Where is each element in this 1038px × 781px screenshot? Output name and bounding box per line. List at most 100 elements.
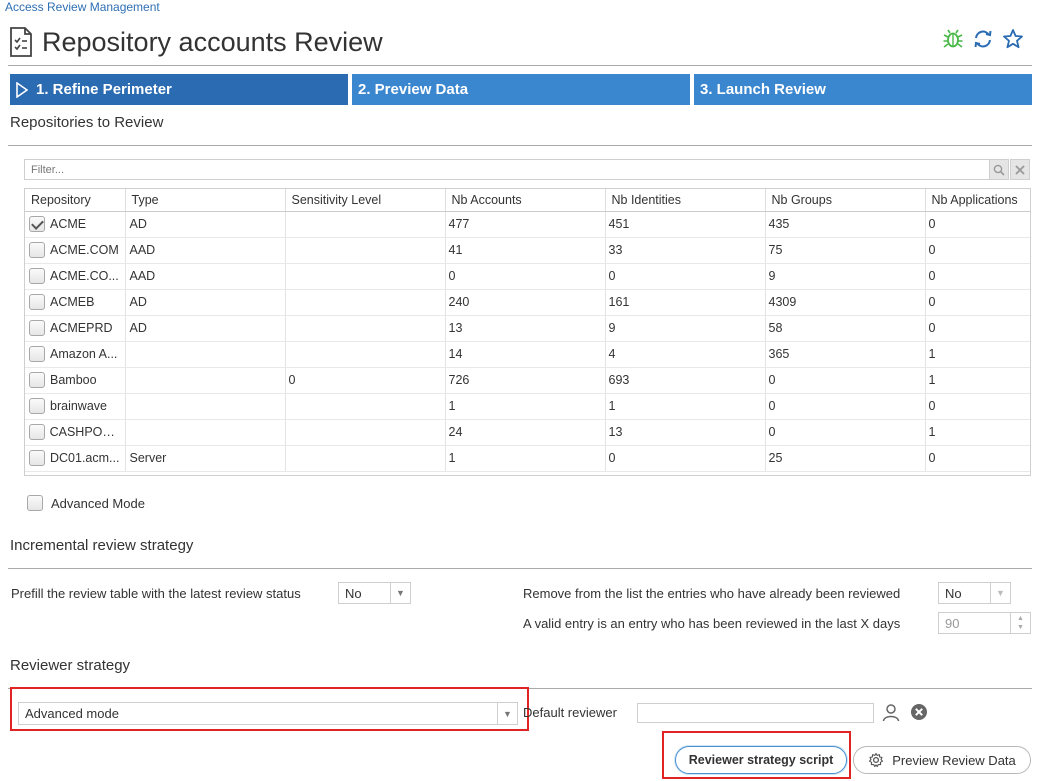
valid-entry-label: A valid entry is an entry who has been r… bbox=[523, 616, 901, 631]
cell-applications: 0 bbox=[925, 237, 1030, 264]
cell-sensitivity bbox=[285, 263, 446, 290]
step-refine-perimeter[interactable]: 1. Refine Perimeter bbox=[10, 74, 348, 105]
table-row[interactable]: DC01.acm... Server 1 0 25 0 bbox=[25, 445, 1030, 472]
cell-type bbox=[125, 419, 286, 446]
play-icon bbox=[16, 81, 28, 98]
cell-type: AD bbox=[125, 211, 286, 238]
advanced-mode-toggle[interactable]: Advanced Mode bbox=[27, 495, 145, 511]
advanced-mode-checkbox[interactable] bbox=[27, 495, 43, 511]
default-reviewer-label: Default reviewer bbox=[523, 705, 617, 720]
cell-repository: CASHPOO... bbox=[25, 419, 126, 446]
cell-identities: 13 bbox=[605, 419, 766, 446]
cell-sensitivity bbox=[285, 289, 446, 316]
cell-applications: 1 bbox=[925, 419, 1030, 446]
repository-name: ACME.COM bbox=[50, 243, 119, 257]
repository-name: ACME.CO... bbox=[50, 269, 119, 283]
table-row[interactable]: ACME AD 477 451 435 0 bbox=[25, 211, 1030, 238]
row-checkbox[interactable] bbox=[29, 216, 45, 232]
spinner-arrows-icon[interactable]: ▲ ▼ bbox=[1010, 613, 1030, 633]
table-row[interactable]: ACMEB AD 240 161 4309 0 bbox=[25, 289, 1030, 316]
cell-accounts: 240 bbox=[445, 289, 606, 316]
search-icon[interactable] bbox=[989, 159, 1009, 180]
reviewer-strategy-script-button[interactable]: Reviewer strategy script bbox=[675, 746, 847, 774]
preview-review-data-button[interactable]: Preview Review Data bbox=[853, 746, 1031, 774]
incremental-title: Incremental review strategy bbox=[10, 537, 194, 554]
cell-type: AAD bbox=[125, 263, 286, 290]
cell-repository: ACME bbox=[25, 211, 126, 238]
default-reviewer-input[interactable] bbox=[637, 703, 874, 723]
cell-groups: 75 bbox=[765, 237, 926, 264]
row-checkbox[interactable] bbox=[29, 372, 45, 388]
repositories-divider bbox=[8, 145, 1032, 146]
cell-sensitivity bbox=[285, 237, 446, 264]
cell-repository: ACME.COM bbox=[25, 237, 126, 264]
row-checkbox[interactable] bbox=[29, 320, 45, 336]
row-checkbox[interactable] bbox=[29, 424, 45, 440]
row-checkbox[interactable] bbox=[29, 268, 45, 284]
table-row[interactable]: ACME.CO... AAD 0 0 9 0 bbox=[25, 263, 1030, 290]
cell-identities: 1 bbox=[605, 393, 766, 420]
cell-sensitivity: 0 bbox=[285, 367, 446, 394]
breadcrumb[interactable]: Access Review Management bbox=[5, 0, 160, 14]
step-launch-review[interactable]: 3. Launch Review bbox=[694, 74, 1032, 105]
cell-applications: 1 bbox=[925, 367, 1030, 394]
table-header-row: Repository Type Sensitivity Level Nb Acc… bbox=[25, 189, 1030, 212]
cell-groups: 58 bbox=[765, 315, 926, 342]
column-header-applications[interactable]: Nb Applications bbox=[925, 189, 1030, 212]
cell-accounts: 726 bbox=[445, 367, 606, 394]
reviewer-strategy-select[interactable]: Advanced mode ▼ bbox=[18, 702, 518, 725]
column-header-sensitivity[interactable]: Sensitivity Level bbox=[285, 189, 446, 212]
cell-accounts: 1 bbox=[445, 393, 606, 420]
table-row[interactable]: Bamboo 0 726 693 0 1 bbox=[25, 367, 1030, 394]
cell-groups: 25 bbox=[765, 445, 926, 472]
cell-sensitivity bbox=[285, 315, 446, 342]
wizard-steps: 1. Refine Perimeter 2. Preview Data 3. L… bbox=[10, 74, 1032, 105]
column-header-groups[interactable]: Nb Groups bbox=[765, 189, 926, 212]
cell-accounts: 0 bbox=[445, 263, 606, 290]
valid-days-spinner[interactable]: 90 ▲ ▼ bbox=[938, 612, 1031, 634]
cell-identities: 0 bbox=[605, 445, 766, 472]
remove-select[interactable]: No ▼ bbox=[938, 582, 1011, 604]
table-row[interactable]: ACME.COM AAD 41 33 75 0 bbox=[25, 237, 1030, 264]
cell-sensitivity bbox=[285, 419, 446, 446]
row-checkbox[interactable] bbox=[29, 294, 45, 310]
cell-identities: 33 bbox=[605, 237, 766, 264]
column-header-identities[interactable]: Nb Identities bbox=[605, 189, 766, 212]
star-icon[interactable] bbox=[1002, 28, 1024, 50]
cell-repository: ACMEPRD bbox=[25, 315, 126, 342]
user-picker-icon[interactable] bbox=[881, 702, 901, 722]
incremental-divider bbox=[8, 568, 1032, 569]
table-row[interactable]: brainwave 1 1 0 0 bbox=[25, 393, 1030, 420]
cell-applications: 0 bbox=[925, 289, 1030, 316]
row-checkbox[interactable] bbox=[29, 450, 45, 466]
cell-sensitivity bbox=[285, 393, 446, 420]
cell-accounts: 24 bbox=[445, 419, 606, 446]
row-checkbox[interactable] bbox=[29, 398, 45, 414]
column-header-repository[interactable]: Repository bbox=[25, 189, 126, 212]
cell-identities: 693 bbox=[605, 367, 766, 394]
row-checkbox[interactable] bbox=[29, 242, 45, 258]
table-row[interactable]: ACMEPRD AD 13 9 58 0 bbox=[25, 315, 1030, 342]
filter-input[interactable] bbox=[24, 159, 990, 180]
chevron-down-icon: ▼ bbox=[390, 583, 410, 603]
column-header-accounts[interactable]: Nb Accounts bbox=[445, 189, 606, 212]
cell-type: AD bbox=[125, 289, 286, 316]
cell-accounts: 1 bbox=[445, 445, 606, 472]
refresh-icon[interactable] bbox=[972, 28, 994, 50]
repository-name: Bamboo bbox=[50, 373, 97, 387]
step-preview-data[interactable]: 2. Preview Data bbox=[352, 74, 690, 105]
row-checkbox[interactable] bbox=[29, 346, 45, 362]
repository-name: ACMEB bbox=[50, 295, 95, 309]
prefill-select[interactable]: No ▼ bbox=[338, 582, 411, 604]
clear-reviewer-icon[interactable] bbox=[910, 703, 928, 721]
cell-type: AD bbox=[125, 315, 286, 342]
column-header-type[interactable]: Type bbox=[125, 189, 286, 212]
cell-repository: Bamboo bbox=[25, 367, 126, 394]
table-row[interactable]: Amazon A... 14 4 365 1 bbox=[25, 341, 1030, 368]
cell-type bbox=[125, 367, 286, 394]
clear-filter-icon[interactable] bbox=[1010, 159, 1030, 180]
table-row[interactable]: CASHPOO... 24 13 0 1 bbox=[25, 419, 1030, 446]
cell-accounts: 14 bbox=[445, 341, 606, 368]
bug-icon[interactable] bbox=[942, 28, 964, 50]
prefill-label: Prefill the review table with the latest… bbox=[11, 586, 301, 601]
